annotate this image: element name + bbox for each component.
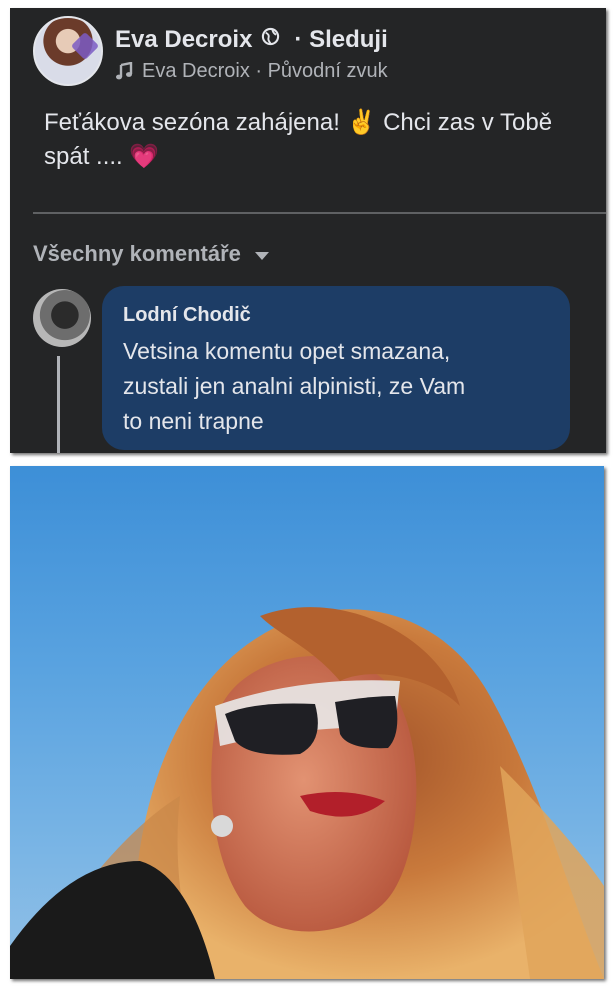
- audio-line[interactable]: Eva Decroix · Původní zvuk: [115, 58, 388, 84]
- music-note-icon: [116, 62, 133, 80]
- audio-label: Eva Decroix · Původní zvuk: [142, 59, 388, 82]
- comments-filter-dropdown[interactable]: Všechny komentáře: [33, 239, 269, 269]
- avatar-badge-icon: [70, 31, 100, 61]
- commenter-avatar[interactable]: [33, 289, 91, 347]
- comment-text: Vetsina komentu opet smazana, zustali je…: [123, 338, 466, 434]
- divider: [33, 212, 606, 214]
- video-frame-picture: [10, 607, 604, 979]
- globe-icon: [262, 27, 280, 45]
- author-avatar[interactable]: [33, 16, 103, 86]
- thread-line: [57, 356, 60, 453]
- comments-filter-label: Všechny komentáře: [33, 241, 241, 266]
- caret-down-icon: [254, 252, 269, 260]
- author-name[interactable]: Eva Decroix: [115, 26, 252, 54]
- comment-author[interactable]: Lodní Chodič: [123, 302, 550, 328]
- author-line: Eva Decroix · Sleduji: [115, 23, 388, 57]
- video-frame[interactable]: [10, 466, 604, 979]
- post-panel: Eva Decroix · Sleduji Eva Decroix · Půvo…: [10, 8, 606, 453]
- post-caption: Feťákova sezóna zahájena! ✌️ Chci zas v …: [44, 109, 553, 170]
- comment-bubble: Lodní Chodič Vetsina komentu opet smazan…: [102, 286, 570, 450]
- follow-button[interactable]: · Sleduji: [294, 26, 387, 54]
